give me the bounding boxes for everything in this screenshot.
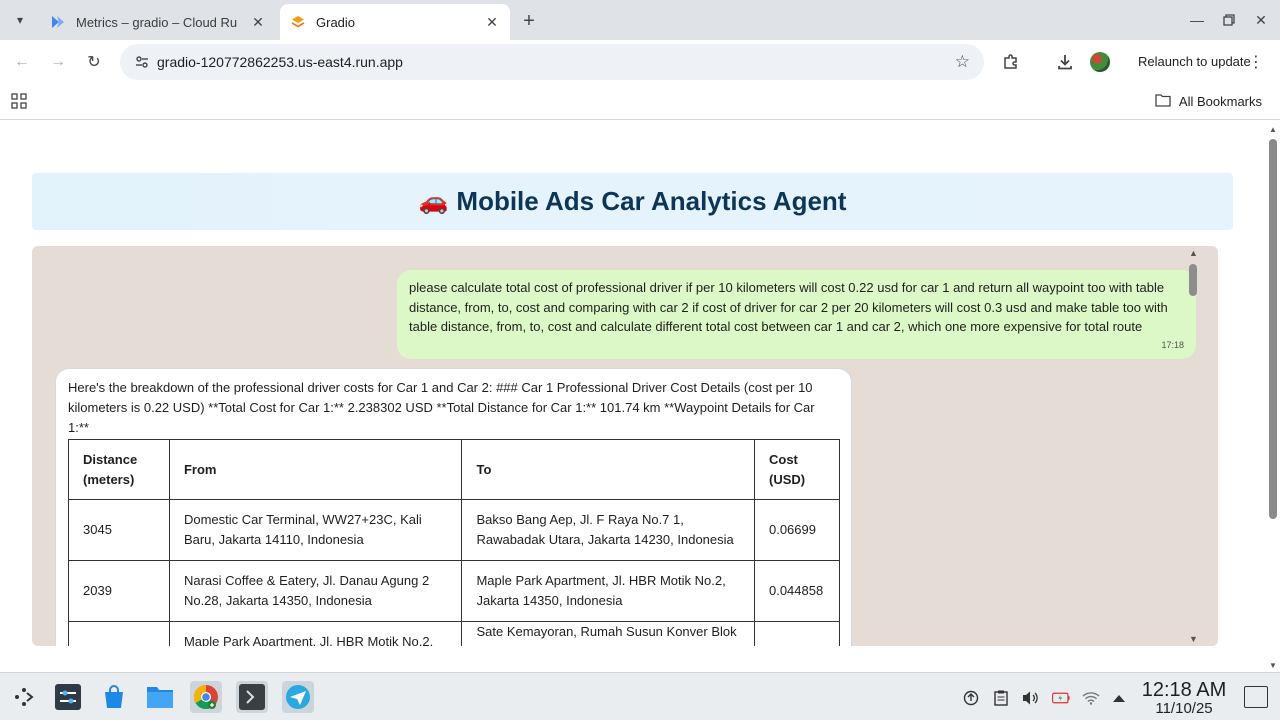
column-header-cost: Cost (USD): [753, 439, 841, 500]
page-scrollbar[interactable]: ▲ ▼: [1265, 121, 1280, 672]
page-scroll-thumb[interactable]: [1269, 139, 1277, 519]
battery-icon[interactable]: [1052, 689, 1070, 707]
profile-avatar[interactable]: [1090, 52, 1110, 72]
all-bookmarks-label: All Bookmarks: [1178, 94, 1262, 109]
download-icon[interactable]: [1054, 51, 1076, 73]
cell-cost: 0.018986: [753, 621, 841, 646]
relaunch-button[interactable]: Relaunch to update: [1138, 54, 1251, 69]
scroll-up-icon[interactable]: ▲: [1189, 248, 1198, 258]
bookmark-star-icon[interactable]: ☆: [955, 52, 970, 72]
wifi-icon[interactable]: [1082, 689, 1100, 707]
message-timestamp: 17:18: [1161, 339, 1184, 350]
user-message: please calculate total cost of professio…: [397, 270, 1196, 359]
cell-to: Bakso Bang Aep, Jl. F Raya No.7 1, Rawab…: [461, 499, 755, 561]
url-text: gradio-120772862253.us-east4.run.app: [157, 54, 403, 70]
chat-scroll-thumb[interactable]: [1189, 264, 1197, 296]
clock-date: 11/10/25: [1155, 700, 1213, 717]
minimize-icon[interactable]: —: [1186, 10, 1208, 30]
store-icon[interactable]: [98, 681, 130, 713]
cell-to: Maple Park Apartment, Jl. HBR Motik No.2…: [461, 560, 755, 622]
remote-desktop-icon[interactable]: [282, 681, 314, 713]
terminal-icon[interactable]: [236, 681, 268, 713]
waypoint-cost-table: Distance (meters) From To Cost (USD) 304…: [68, 439, 841, 646]
table-row: 863 Maple Park Apartment, Jl. HBR Motik …: [68, 621, 841, 646]
column-header-to: To: [461, 439, 755, 500]
cell-distance: 863: [68, 621, 170, 646]
site-settings-icon[interactable]: [134, 54, 150, 70]
more-menu-icon[interactable]: ⋮: [1248, 52, 1264, 72]
cell-from: Domestic Car Terminal, WW27+23C, Kali Ba…: [168, 499, 463, 561]
page-viewport: 🚗 Mobile Ads Car Analytics Agent please …: [0, 121, 1280, 672]
table-row: 2039 Narasi Coffee & Eatery, Jl. Danau A…: [68, 560, 841, 622]
tab-search-chevron-icon[interactable]: ▾: [8, 10, 32, 30]
cell-to: Sate Kemayoran, Rumah Susun Konver Blok …: [461, 621, 755, 646]
cloud-run-icon: [50, 14, 66, 30]
bookmarks-bar: All Bookmarks: [0, 84, 1280, 120]
update-icon[interactable]: [962, 689, 980, 707]
table-row: 3045 Domestic Car Terminal, WW27+23C, Ka…: [68, 499, 841, 561]
tab-title: Metrics – gradio – Cloud Ru: [76, 14, 238, 30]
back-arrow-icon[interactable]: ←: [10, 50, 34, 74]
new-tab-plus-icon[interactable]: +: [518, 10, 540, 32]
clock-time: 12:18 AM: [1141, 679, 1227, 701]
column-header-from: From: [168, 439, 463, 500]
tab-title: Gradio: [316, 14, 356, 30]
tray-expand-icon[interactable]: [1110, 689, 1128, 707]
clipboard-icon[interactable]: [992, 689, 1010, 707]
taskbar: 12:18 AM 11/10/25: [0, 672, 1280, 720]
apps-grid-icon[interactable]: [10, 92, 28, 110]
close-tab-icon[interactable]: ✕: [250, 14, 266, 30]
bot-message: Here's the breakdown of the professional…: [55, 368, 852, 646]
tab-metrics[interactable]: Metrics – gradio – Cloud Ru ✕: [40, 4, 276, 40]
chatbot-panel[interactable]: please calculate total cost of professio…: [32, 246, 1218, 646]
page-title: Mobile Ads Car Analytics Agent: [456, 186, 847, 216]
cell-distance: 2039: [68, 560, 170, 622]
user-message-text: please calculate total cost of professio…: [409, 280, 1168, 334]
chat-scrollbar[interactable]: ▲ ▼: [1186, 246, 1202, 646]
table-header-row: Distance (meters) From To Cost (USD): [68, 439, 841, 500]
forward-arrow-icon[interactable]: →: [46, 50, 70, 74]
chrome-icon[interactable]: [190, 681, 222, 713]
scroll-down-icon[interactable]: ▼: [1269, 661, 1277, 670]
folder-icon: [1155, 93, 1171, 110]
scroll-down-icon[interactable]: ▼: [1189, 634, 1198, 644]
tab-strip: ▾ Metrics – gradio – Cloud Ru ✕ Gradio ✕…: [0, 0, 1280, 40]
show-desktop-button[interactable]: [1244, 686, 1268, 708]
file-manager-icon[interactable]: [144, 681, 176, 713]
cell-cost: 0.044858: [753, 560, 841, 622]
scroll-up-icon[interactable]: ▲: [1269, 125, 1277, 134]
address-bar[interactable]: gradio-120772862253.us-east4.run.app ☆: [120, 44, 984, 80]
browser-toolbar: ← → ↻ gradio-120772862253.us-east4.run.a…: [0, 40, 1280, 84]
all-bookmarks-button[interactable]: All Bookmarks: [1155, 93, 1262, 110]
volume-icon[interactable]: [1022, 689, 1040, 707]
cell-from: Maple Park Apartment, Jl. HBR Motik No.2…: [168, 621, 463, 646]
reload-icon[interactable]: ↻: [82, 50, 106, 74]
launcher-icon[interactable]: [8, 681, 40, 713]
restore-icon[interactable]: [1218, 10, 1240, 30]
cell-distance: 3045: [68, 499, 170, 561]
gradio-icon: [290, 14, 306, 30]
tab-gradio[interactable]: Gradio ✕: [280, 4, 510, 40]
close-window-icon[interactable]: ✕: [1250, 10, 1272, 30]
cell-from: Narasi Coffee & Eatery, Jl. Danau Agung …: [168, 560, 463, 622]
cell-cost: 0.06699: [753, 499, 841, 561]
bot-message-intro: Here's the breakdown of the professional…: [68, 380, 815, 435]
system-settings-icon[interactable]: [52, 681, 84, 713]
app-header: 🚗 Mobile Ads Car Analytics Agent: [32, 173, 1233, 230]
car-emoji-icon: 🚗: [418, 188, 449, 215]
close-tab-icon[interactable]: ✕: [484, 14, 500, 30]
column-header-distance: Distance (meters): [68, 439, 170, 500]
extensions-icon[interactable]: [1000, 51, 1022, 73]
system-clock[interactable]: 12:18 AM 11/10/25: [1138, 679, 1230, 717]
